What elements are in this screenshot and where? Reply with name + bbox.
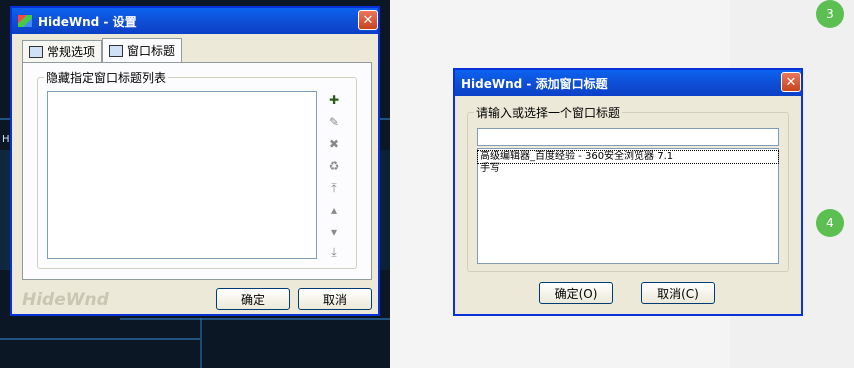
- window-titles-panel: 隐藏指定窗口标题列表 ✚ ✎ ✖ ♻ ⤒ ▴ ▾ ⤓: [22, 62, 372, 280]
- settings-title: HideWnd - 设置: [38, 14, 137, 29]
- clear-icon[interactable]: ♻: [327, 159, 341, 173]
- step-badge-3: 3: [816, 0, 844, 28]
- title-select-group-label: 请输入或选择一个窗口标题: [476, 106, 621, 120]
- move-down-icon[interactable]: ▾: [327, 225, 341, 239]
- hidden-titles-list[interactable]: [47, 91, 317, 259]
- background-line: [0, 338, 200, 340]
- add-title-close-button[interactable]: ✕: [781, 72, 801, 92]
- tab-label: 常规选项: [47, 45, 96, 59]
- list-item[interactable]: 手写: [478, 163, 778, 175]
- window-titles-icon: [109, 44, 124, 57]
- add-icon[interactable]: ✚: [327, 93, 341, 107]
- settings-close-button[interactable]: ✕: [358, 10, 378, 30]
- window-title-list[interactable]: 高级编辑器_百度经验 - 360安全浏览器 7.1 手写: [477, 148, 779, 264]
- move-top-icon[interactable]: ⤒: [327, 181, 341, 195]
- general-options-icon: [29, 45, 43, 58]
- remove-icon[interactable]: ✖: [327, 137, 341, 151]
- edit-icon[interactable]: ✎: [327, 115, 341, 129]
- tab-label: 窗口标题: [127, 44, 176, 58]
- brand-watermark: HideWnd: [22, 290, 109, 310]
- step-badge-4: 4: [816, 209, 844, 237]
- settings-ok-button[interactable]: 确定: [216, 288, 290, 310]
- tab-general-options[interactable]: 常规选项: [22, 40, 103, 62]
- add-title-title: HideWnd - 添加窗口标题: [461, 76, 608, 91]
- hidden-titles-group-label: 隐藏指定窗口标题列表: [46, 71, 167, 85]
- background-line: [120, 318, 390, 320]
- settings-titlebar[interactable]: HideWnd - 设置: [12, 8, 378, 34]
- add-title-cancel-button[interactable]: 取消(C): [641, 282, 715, 304]
- add-title-ok-button[interactable]: 确定(O): [539, 282, 613, 304]
- move-bottom-icon[interactable]: ⤓: [327, 245, 341, 259]
- move-up-icon[interactable]: ▴: [327, 203, 341, 217]
- app-icon: [18, 15, 32, 27]
- settings-window: HideWnd - 设置 ✕ 常规选项 窗口标题 隐藏指定窗口标题列表 ✚ ✎ …: [10, 6, 380, 316]
- close-icon: ✕: [785, 74, 797, 90]
- settings-tabs: 常规选项 窗口标题: [22, 38, 183, 62]
- add-title-dialog: HideWnd - 添加窗口标题 ✕ 请输入或选择一个窗口标题 高级编辑器_百度…: [453, 68, 803, 316]
- window-title-input[interactable]: [477, 128, 779, 146]
- background-line: [200, 318, 202, 368]
- list-item[interactable]: 高级编辑器_百度经验 - 360安全浏览器 7.1: [477, 150, 779, 164]
- close-icon: ✕: [362, 12, 374, 28]
- tab-window-titles[interactable]: 窗口标题: [102, 38, 183, 62]
- add-title-titlebar[interactable]: HideWnd - 添加窗口标题: [455, 70, 801, 96]
- settings-cancel-button[interactable]: 取消: [298, 288, 372, 310]
- background-letter: H: [2, 134, 10, 145]
